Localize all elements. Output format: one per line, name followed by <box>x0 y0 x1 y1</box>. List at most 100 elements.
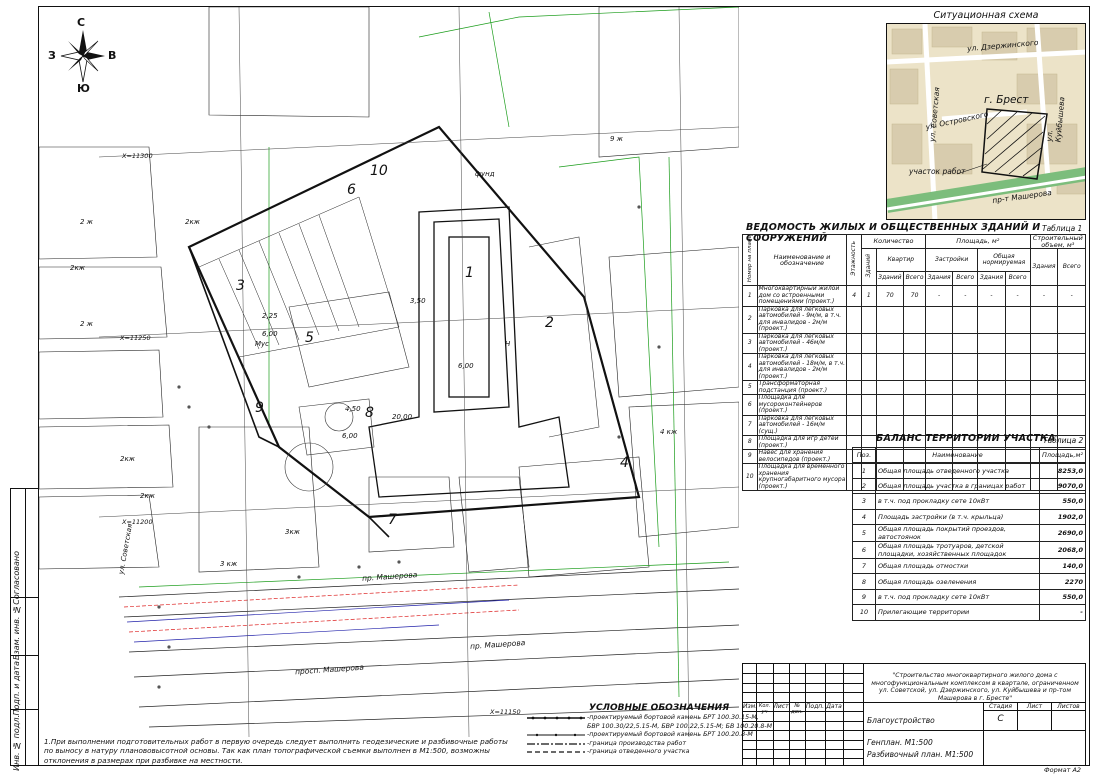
table-cell: 9 <box>852 588 876 606</box>
general-note: 1.При выполнении подготовительных работ … <box>44 737 508 765</box>
t1-h-aptall: Всего <box>903 271 926 286</box>
bldg-label: фунд <box>475 170 495 178</box>
table-cell: 7 <box>742 414 758 436</box>
legend-label: -проектируемый бортовой камень БРТ 100.2… <box>587 731 753 739</box>
table-cell <box>1057 414 1086 436</box>
dimension-label: 6,00 <box>262 330 278 338</box>
table-cell: - <box>977 285 1006 307</box>
scheme-label-site: участок работ <box>909 167 966 176</box>
tb-section: Благоустройство <box>867 716 935 725</box>
table-row: 7 Общая площадь отмостки 140,0 <box>852 557 1087 575</box>
bldg-label: 3кж <box>285 528 300 536</box>
t1-h-gbld: Здания <box>977 271 1006 286</box>
table-cell <box>846 380 862 395</box>
tb-col-list: Лист <box>773 703 789 710</box>
table-cell <box>924 394 954 416</box>
t2-h-pos: Поз. <box>852 446 876 464</box>
table2-tag: Таблица 2 <box>1043 436 1084 445</box>
table-cell: Площадка для мусороконтейнеров (проект.) <box>756 394 848 416</box>
legend: УСЛОВНЫЕ ОБОЗНАЧЕНИЯ -проектируемый борт… <box>527 703 772 757</box>
table-cell: 1 <box>742 285 758 307</box>
work-boundary-line-icon <box>527 743 585 745</box>
table-cell <box>1029 305 1059 334</box>
tb-project-name: "Строительство многоквартирного жилого д… <box>871 672 1079 702</box>
table-cell <box>1057 394 1086 416</box>
table-cell: 9 <box>742 449 758 464</box>
bldg-label: Н <box>505 340 511 348</box>
tb-col-podp: Подп. <box>805 703 825 710</box>
table-cell <box>977 332 1006 354</box>
dimension-label: 6,00 <box>458 362 474 370</box>
table-cell: 1902,0 <box>1038 508 1087 525</box>
table-row: 5 Трансформаторная подстанция (проект.) <box>742 380 1086 395</box>
legend-label: -проектируемый бортовой камень БРТ 100.3… <box>587 714 759 721</box>
tb-col-doc: № док. <box>791 703 803 715</box>
t1-h-aptbld: Зданий <box>875 271 905 286</box>
table-row: 2 Общая площадь участка в границах работ 9… <box>852 477 1087 495</box>
grid-coord: Х=11300 <box>122 152 153 160</box>
table-cell <box>875 394 905 416</box>
table-cell <box>860 380 877 395</box>
table-cell <box>1057 332 1086 354</box>
t1-h-area: Площадь, м² <box>925 234 1031 249</box>
curb-line-icon <box>527 716 585 720</box>
compass-w: З <box>48 49 56 62</box>
legend-item: БВР 100.30/22,5.15-М, БВР 100.22,5.15-М;… <box>527 723 772 732</box>
table-cell <box>1029 332 1059 354</box>
table-cell <box>903 394 926 416</box>
table-cell: 5 <box>852 523 876 542</box>
t1-h-gen: Общая нормируемая <box>977 248 1031 272</box>
table-cell <box>875 353 905 381</box>
stamp-agreed: Согласовано <box>12 551 21 605</box>
dimension-label: 4,50 <box>345 405 361 413</box>
table-cell: Общая площадь озеленения <box>875 573 1040 590</box>
tb-sheet-name-1: Генплан. М1:500 <box>867 738 933 747</box>
table-cell <box>860 353 877 381</box>
t1-h-floors: Этажность <box>849 241 857 277</box>
legend-label: -граница производства работ <box>587 739 687 747</box>
compass-e: В <box>108 49 117 62</box>
bldg-label: Мус <box>255 340 270 348</box>
table-cell <box>1029 380 1059 395</box>
legend-item: -проектируемый бортовой камень БРТ 100.3… <box>527 714 759 723</box>
table-cell: 6 <box>742 394 758 416</box>
table-cell: 10 <box>852 604 876 621</box>
table-cell <box>1029 353 1059 381</box>
legend-item: -проектируемый бортовой камень БРТ 100.2… <box>527 731 753 740</box>
table-cell: 3 <box>852 493 876 510</box>
tb-col-date: Дата <box>826 703 842 710</box>
plan-pos-9: 9 <box>255 400 264 416</box>
table-cell: в т.ч. под прокладку сете 10кВт <box>875 588 1040 606</box>
dimension-label: 20,00 <box>392 413 413 421</box>
legend-title: УСЛОВНЫЕ ОБОЗНАЧЕНИЯ <box>589 703 730 713</box>
table-cell <box>924 305 954 334</box>
table-cell: - <box>924 285 954 307</box>
table-cell: Площадка для временного хранения крупног… <box>756 463 848 491</box>
table-row: 1 Общая площадь отведенного участка 8253,0 <box>852 462 1087 479</box>
table-cell <box>952 380 979 395</box>
table-cell: 70 <box>875 285 905 307</box>
compass-n: С <box>77 16 86 29</box>
table-row: 5 Общая площадь покрытий проездов, автост… <box>852 523 1087 542</box>
table-cell <box>903 305 926 334</box>
table-cell: Общая площадь отведенного участка <box>875 462 1040 479</box>
tb-col-izm: Изм. <box>743 703 758 710</box>
stamp-sign-date: Подп. и дата <box>12 661 21 716</box>
table-cell: - <box>952 285 979 307</box>
bldg-label: 3 кж <box>220 560 238 568</box>
plan-pos-7: 7 <box>388 512 397 528</box>
table-cell: Площадь застройки (в т.ч. крыльца) <box>875 508 1040 525</box>
t1-h-num: Номер на плане <box>746 235 753 283</box>
stamp-inv-no: Инв. № подл. <box>12 715 21 771</box>
table-cell <box>952 305 979 334</box>
table-cell: Парковка для легковых автомобилей - 46м/… <box>756 332 848 354</box>
dimension-label: 2,25 <box>262 312 278 320</box>
plot-boundary-line-icon <box>527 751 585 753</box>
t1-h-vol: Строительный объем, м³ <box>1029 234 1087 249</box>
bldg-label: 4 кж <box>660 428 678 436</box>
plan-pos-1: 1 <box>465 265 474 281</box>
table-cell <box>846 414 862 436</box>
t1-h-gall: Всего <box>1004 271 1031 286</box>
legend-label: -граница отведенного участка <box>587 748 690 756</box>
grid-coord: Х=11150 <box>490 708 521 716</box>
